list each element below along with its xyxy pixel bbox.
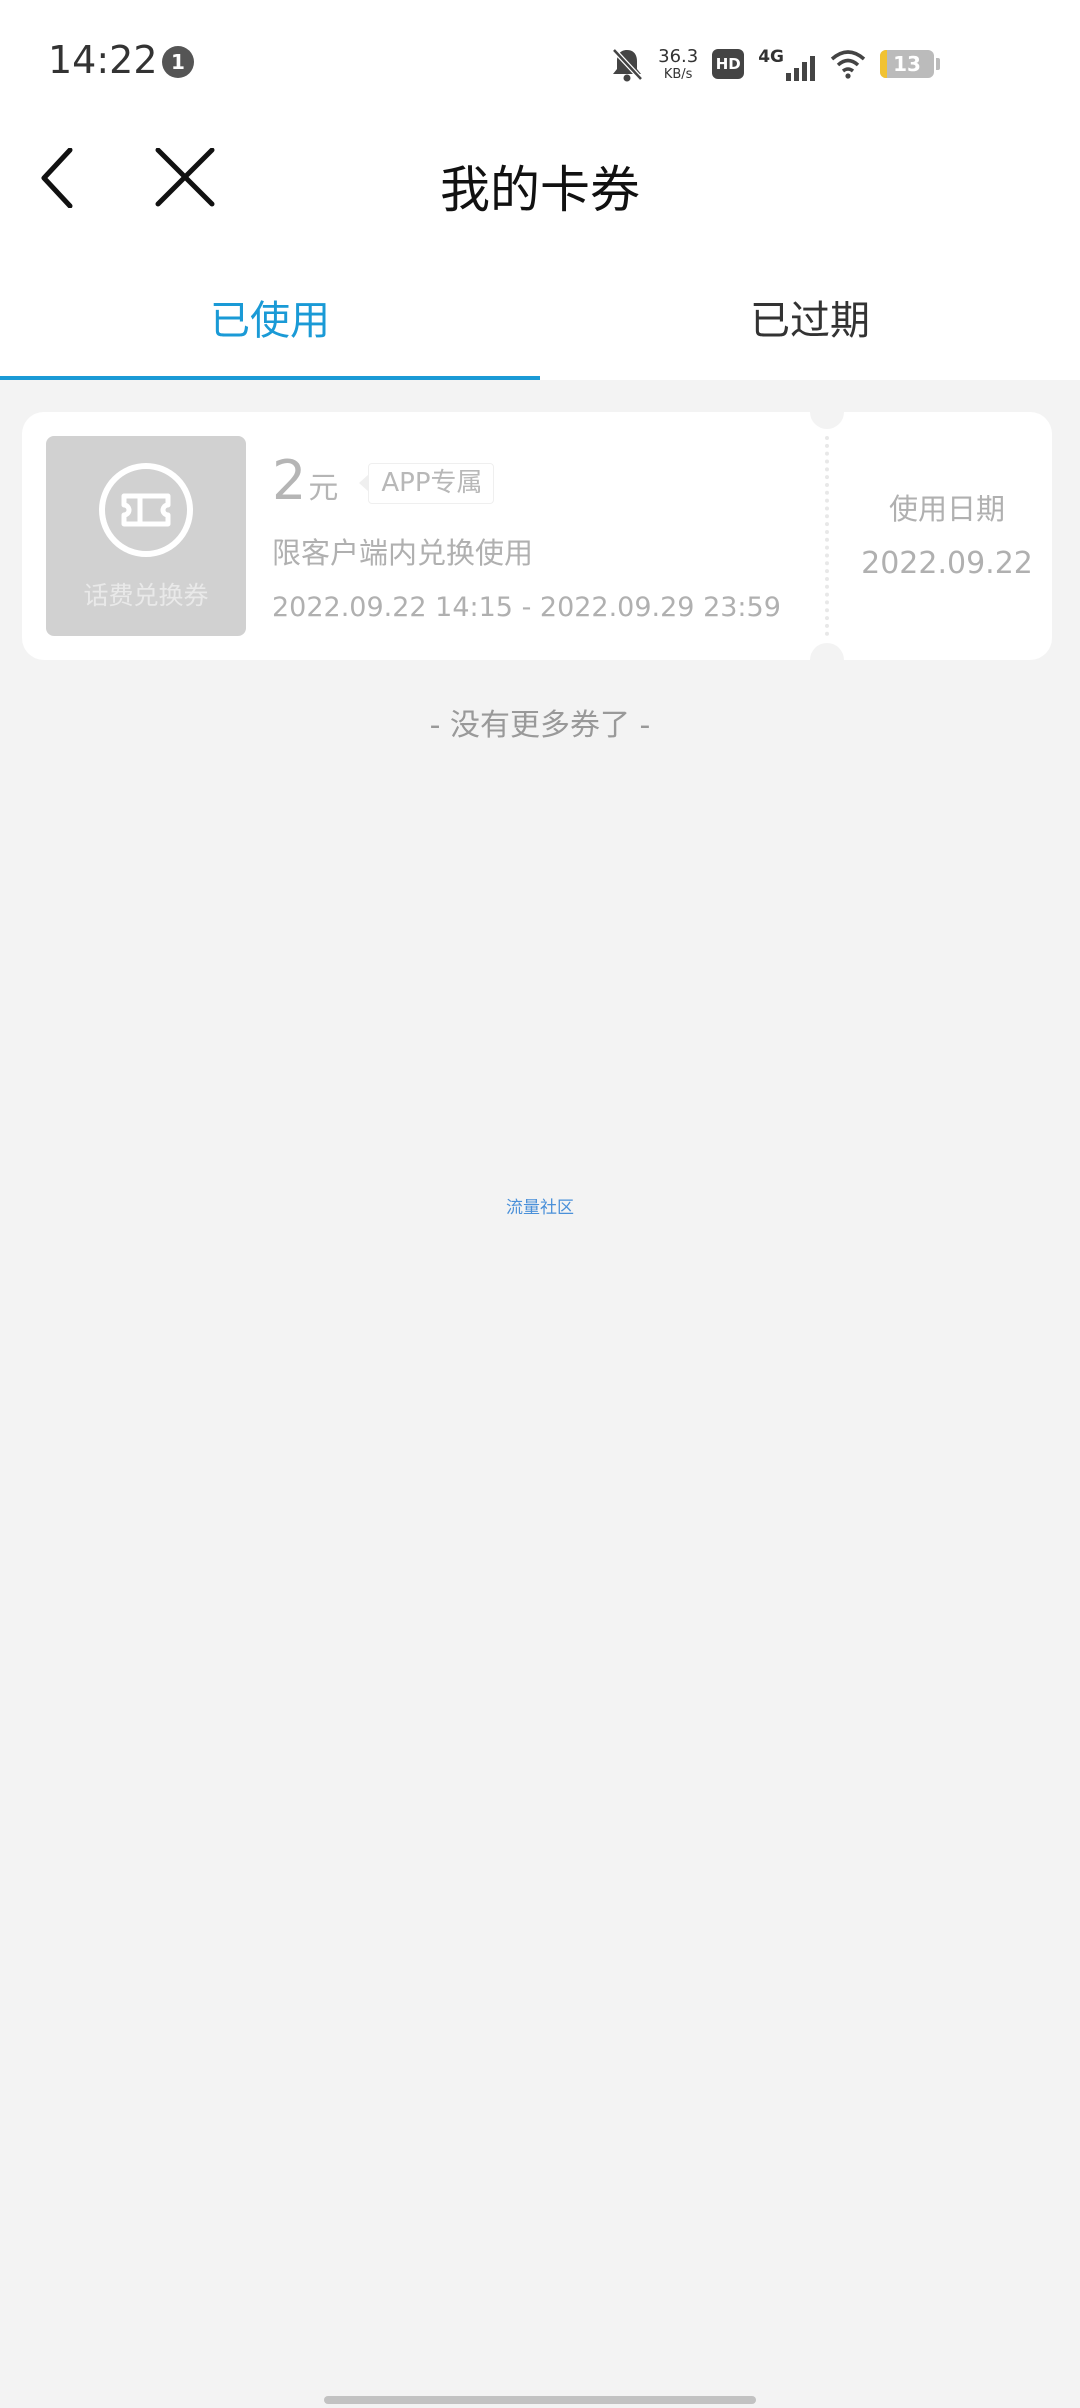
tab-bar: 已使用 已过期 bbox=[0, 260, 1080, 380]
ticket-icon bbox=[98, 462, 194, 558]
tab-expired[interactable]: 已过期 bbox=[540, 260, 1080, 380]
watermark-text: 流量社区 bbox=[506, 1198, 574, 1218]
card-notch-top bbox=[810, 395, 844, 429]
battery-level: 13 bbox=[893, 52, 921, 76]
coupon-thumbnail: 话费兑换券 bbox=[46, 436, 246, 636]
no-more-coupons-text: - 没有更多券了 - bbox=[429, 708, 651, 743]
bell-muted-icon bbox=[610, 46, 644, 82]
coupon-currency: 元 bbox=[308, 471, 339, 506]
home-indicator[interactable] bbox=[324, 2396, 756, 2404]
coupon-validity: 2022.09.22 14:15 - 2022.09.29 23:59 bbox=[272, 592, 781, 623]
coupon-card[interactable]: 话费兑换券 2 元 APP专属 限客户端内兑换使用 2022.09.22 14:… bbox=[22, 395, 1052, 677]
used-date-value: 2022.09.22 bbox=[861, 546, 1033, 581]
hd-badge: HD bbox=[712, 49, 745, 79]
status-bar: 14:22 1 36.3 KB/s HD 4G 13 bbox=[0, 0, 1080, 128]
cellular-signal: 4G bbox=[758, 47, 816, 81]
nav-bar: 我的卡券 bbox=[0, 128, 1080, 228]
status-time: 14:22 bbox=[48, 38, 158, 82]
wifi-icon bbox=[830, 49, 866, 79]
coupon-description: 限客户端内兑换使用 bbox=[272, 536, 534, 570]
battery-indicator: 13 bbox=[880, 50, 934, 78]
coupon-amount: 2 bbox=[272, 449, 307, 512]
notification-badge: 1 bbox=[162, 46, 194, 78]
card-notch-bottom bbox=[810, 643, 844, 677]
network-speed: 36.3 KB/s bbox=[658, 45, 699, 82]
network-type-label: 4G bbox=[758, 47, 784, 67]
coupon-amount-row: 2 元 APP专属 bbox=[272, 454, 494, 508]
app-exclusive-tag: APP专属 bbox=[359, 462, 494, 504]
used-date-label: 使用日期 bbox=[888, 492, 1005, 526]
tab-used[interactable]: 已使用 bbox=[0, 260, 540, 380]
signal-bars-icon bbox=[786, 55, 816, 81]
network-speed-value: 36.3 bbox=[658, 45, 699, 67]
card-perforation bbox=[825, 436, 829, 636]
status-icons: 36.3 KB/s HD 4G 13 bbox=[610, 42, 940, 86]
coupon-type-label: 话费兑换券 bbox=[83, 581, 209, 610]
network-speed-unit: KB/s bbox=[663, 66, 693, 82]
page-title: 我的卡券 bbox=[440, 161, 640, 219]
battery-cap bbox=[936, 58, 940, 70]
